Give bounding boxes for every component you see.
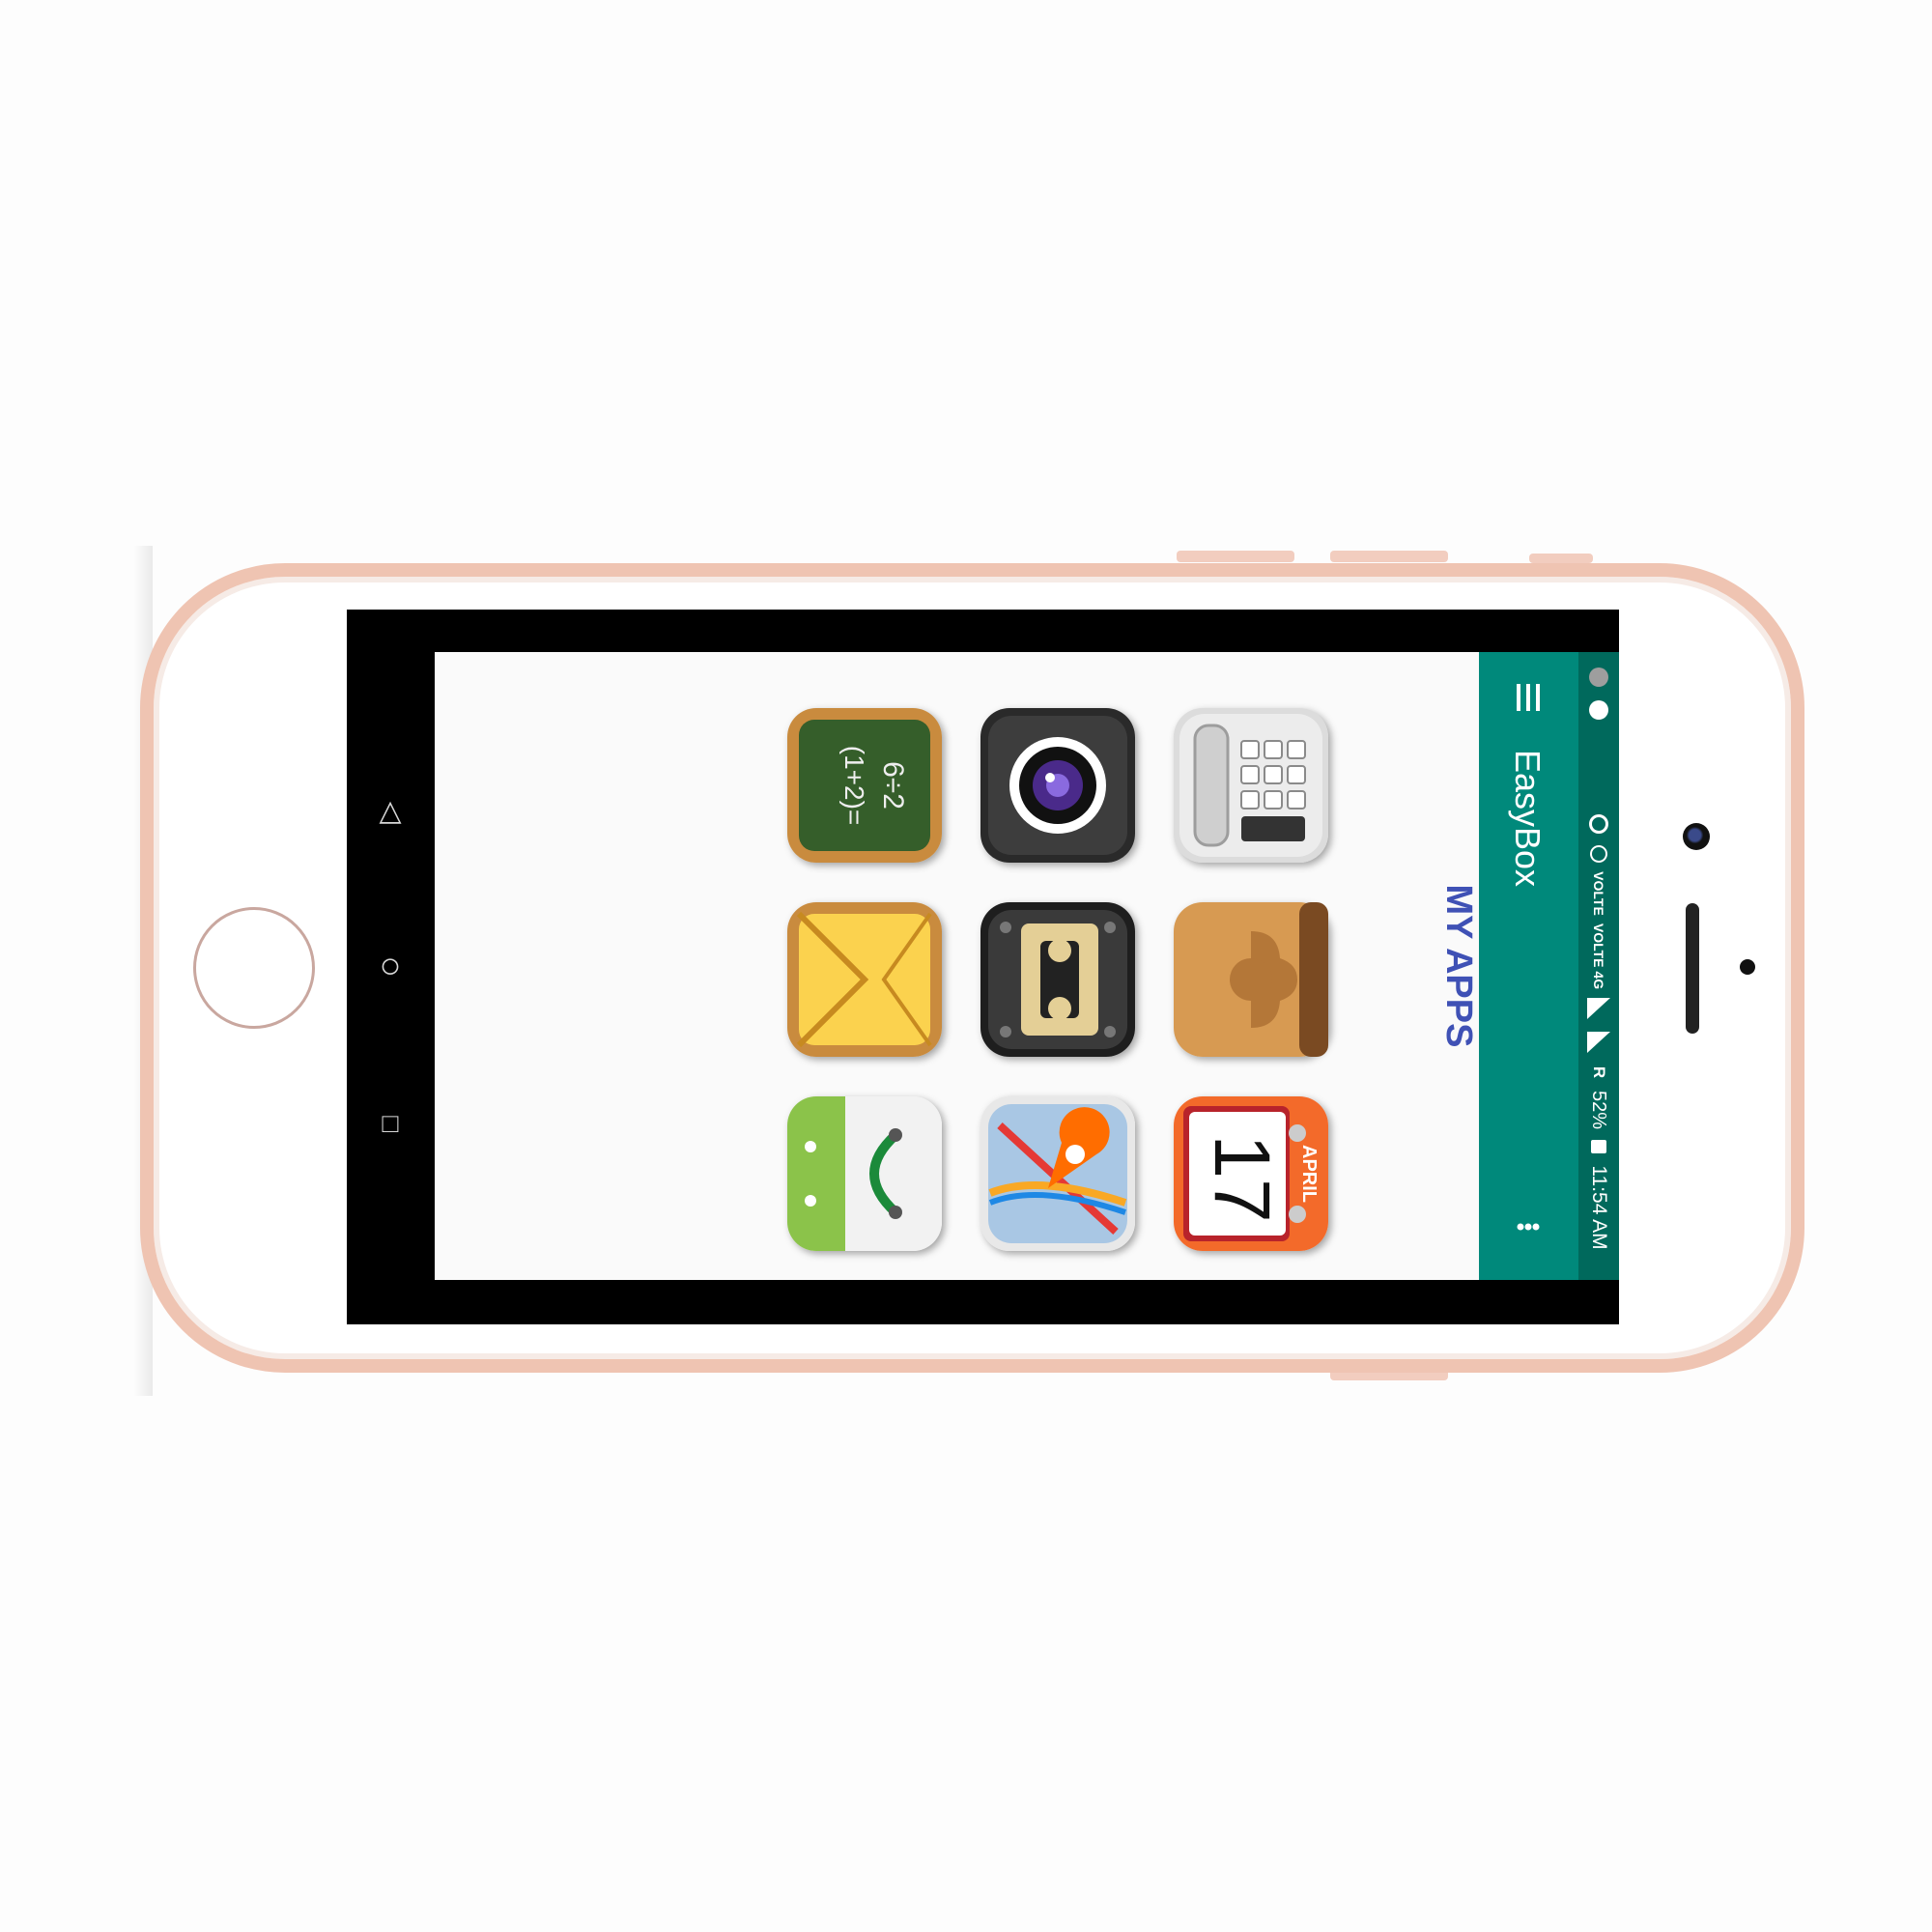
back-button[interactable]: △ <box>366 787 414 836</box>
network-1-label: VOLTE <box>1591 871 1606 916</box>
menu-button[interactable] <box>1504 673 1552 722</box>
recent-apps-button[interactable]: □ <box>366 1099 414 1148</box>
alarm-icon <box>1590 845 1607 863</box>
more-vert-icon <box>1517 1223 1540 1231</box>
app-title: EasyBox <box>1508 749 1548 888</box>
app-android-store[interactable] <box>787 1096 942 1251</box>
roaming-indicator: R <box>1590 1065 1608 1079</box>
camera-icon <box>980 708 1135 863</box>
app-toolbar: EasyBox <box>1479 652 1578 1280</box>
app-recorder[interactable] <box>980 902 1135 1057</box>
earpiece-speaker <box>1686 903 1699 1034</box>
android-bag-icon <box>787 1096 942 1251</box>
call-icon <box>1589 700 1608 720</box>
map-pin-icon <box>980 1096 1135 1251</box>
battery-percent: 52% <box>1588 1090 1609 1130</box>
overflow-menu-button[interactable] <box>1509 1208 1548 1246</box>
hotspot-icon <box>1589 814 1608 834</box>
battery-icon <box>1591 1140 1606 1153</box>
app-contacts[interactable] <box>1174 902 1328 1057</box>
svg-text:6÷2: 6÷2 <box>877 761 909 810</box>
chalkboard-icon: 6÷2 (1+2)= <box>787 708 942 863</box>
clock: 11:54 AM <box>1588 1165 1610 1250</box>
app-maps[interactable] <box>980 1096 1135 1251</box>
signal-icon-1 <box>1587 998 1610 1019</box>
notification-icon-dot <box>1589 668 1608 687</box>
home-button[interactable]: ○ <box>366 942 414 990</box>
app-camera[interactable] <box>980 708 1135 863</box>
phone-screen: △ ○ □ MY APPS APRIL 17 6÷2 (1+2)= EasyBo… <box>347 610 1619 1324</box>
section-heading: MY APPS <box>1438 884 1479 1048</box>
calendar-month: APRIL <box>1298 1145 1320 1203</box>
contacts-icon <box>1174 902 1328 1057</box>
status-bar: VOLTE VOLTE 4G R 52% 11:54 AM <box>1578 652 1619 1280</box>
network-2-label: VOLTE 4G <box>1591 923 1606 990</box>
app-calendar[interactable]: APRIL 17 <box>1174 1096 1328 1251</box>
navigation-bar: △ ○ □ <box>347 610 435 1324</box>
mute-switch <box>1529 554 1593 563</box>
cassette-icon <box>980 902 1135 1057</box>
hardware-home-button[interactable] <box>193 907 315 1029</box>
envelope-icon <box>787 902 942 1057</box>
calculator-icon <box>1174 708 1328 863</box>
volume-up-button <box>1177 551 1294 562</box>
back-icon: △ <box>379 795 402 827</box>
volume-down-button <box>1330 551 1448 562</box>
calendar-day: 17 <box>1198 1134 1286 1223</box>
svg-text:(1+2)=: (1+2)= <box>839 746 869 826</box>
front-camera <box>1683 823 1710 850</box>
proximity-sensor <box>1740 959 1755 975</box>
home-icon: ○ <box>379 946 402 986</box>
app-calculator[interactable] <box>1174 708 1328 863</box>
recent-apps-icon: □ <box>382 1108 399 1138</box>
app-content: MY APPS APRIL 17 6÷2 (1+2)= <box>435 652 1530 1280</box>
app-math[interactable]: 6÷2 (1+2)= <box>787 708 942 863</box>
hamburger-icon <box>1517 684 1540 711</box>
app-mail[interactable] <box>787 902 942 1057</box>
signal-icon-2 <box>1587 1032 1610 1053</box>
